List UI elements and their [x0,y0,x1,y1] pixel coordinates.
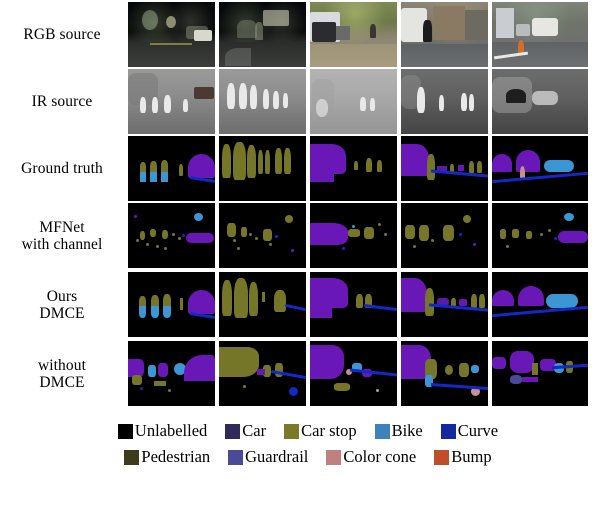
row-cells [128,272,590,337]
legend-label: Curve [457,421,499,440]
segmentation-comparison-figure: RGB source IR source Ground truth MFNet … [0,0,616,510]
image-cell [492,69,588,134]
legend-swatch-bike [374,423,390,439]
legend-label: Car [242,421,267,440]
image-cell [128,2,215,67]
segmentation-cell [310,136,397,201]
segmentation-cell [219,272,306,337]
image-cell [401,69,488,134]
legend-item-unlabelled: Unlabelled [117,421,208,440]
segmentation-cell [128,272,215,337]
segmentation-cell [492,272,588,337]
legend-label: Bike [391,421,423,440]
legend-row-2: Pedestrian Guardrail Color cone Bump [0,444,616,470]
legend-item-pedestrian: Pedestrian [124,448,210,466]
row-label-line: Ground truth [21,160,103,177]
image-cell [310,69,397,134]
segmentation-cell [401,136,488,201]
legend-swatch-pedestrian [124,449,140,465]
row-cells [128,203,590,268]
segmentation-cell [401,272,488,337]
row-cells [128,136,590,201]
ir-scene-1 [128,69,215,134]
segmentation-cell [492,203,588,268]
row-cells [128,341,590,406]
legend-item-guardrail: Guardrail [228,448,308,466]
row-label-ground-truth: Ground truth [0,136,124,201]
rgb-night-scene-2 [219,2,306,67]
legend-label: Color cone [343,447,417,466]
row-label-line: with channel [21,235,103,253]
legend-label: Unlabelled [134,421,208,440]
legend-swatch-color-cone [326,449,342,465]
row-cells [128,69,590,134]
segmentation-cell [219,341,306,406]
segmentation-cell [401,341,488,406]
row-label-line: Ours [46,287,78,305]
ir-scene-5 [492,69,588,134]
legend: Unlabelled Car Car stop Bike Curve Pedes… [0,418,616,470]
rgb-day-scene-3 [492,2,588,67]
row-label-line: MFNet [39,218,85,236]
image-cell [128,69,215,134]
image-cell [401,2,488,67]
segmentation-cell [310,272,397,337]
results-grid: RGB source IR source Ground truth MFNet … [0,0,616,410]
legend-label: Car stop [301,421,357,440]
ir-scene-2 [219,69,306,134]
row-ours-dmce: Ours DMCE [0,272,616,337]
row-ground-truth: Ground truth [0,136,616,201]
image-cell [219,2,306,67]
row-label-rgb-source: RGB source [0,2,124,67]
legend-item-color-cone: Color cone [326,448,416,466]
legend-label: Bump [451,447,492,466]
segmentation-cell [128,203,215,268]
rgb-night-scene-1 [128,2,215,67]
row-rgb-source: RGB source [0,2,616,67]
legend-item-bike: Bike [374,421,423,440]
segmentation-cell [310,341,397,406]
legend-swatch-curve [440,423,456,439]
row-label-mfnet-with-channel: MFNet with channel [0,203,124,268]
segmentation-cell [128,341,215,406]
row-label-line: IR source [31,93,93,110]
segmentation-cell [401,203,488,268]
legend-item-car: Car [225,422,266,440]
ir-scene-4 [401,69,488,134]
rgb-day-scene-2 [401,2,488,67]
legend-swatch-car [225,423,241,439]
legend-item-bump: Bump [434,447,492,466]
legend-swatch-bump [434,449,450,465]
row-label-ir-source: IR source [0,69,124,134]
row-without-dmce: without DMCE [0,341,616,406]
image-cell [310,2,397,67]
row-mfnet-with-channel: MFNet with channel [0,203,616,268]
legend-item-curve: Curve [440,421,499,440]
ir-scene-3 [310,69,397,134]
segmentation-cell [219,203,306,268]
row-label-ours-dmce: Ours DMCE [0,272,124,337]
image-cell [492,2,588,67]
segmentation-cell [128,136,215,201]
legend-label: Guardrail [245,447,309,466]
row-ir-source: IR source [0,69,616,134]
legend-row-1: Unlabelled Car Car stop Bike Curve [0,418,616,444]
legend-label: Pedestrian [141,447,211,466]
row-label-line: DMCE [39,304,85,322]
row-cells [128,2,590,67]
legend-swatch-car-stop [284,423,300,439]
legend-swatch-unlabelled [117,423,133,439]
rgb-day-scene-1 [310,2,397,67]
segmentation-cell [492,136,588,201]
legend-swatch-guardrail [228,449,244,465]
segmentation-cell [219,136,306,201]
row-label-line: RGB source [23,26,101,43]
row-label-line: DMCE [39,373,85,391]
row-label-line: without [37,356,87,374]
row-label-without-dmce: without DMCE [0,341,124,406]
segmentation-cell [492,341,588,406]
legend-item-car-stop: Car stop [284,421,357,440]
segmentation-cell [310,203,397,268]
image-cell [219,69,306,134]
